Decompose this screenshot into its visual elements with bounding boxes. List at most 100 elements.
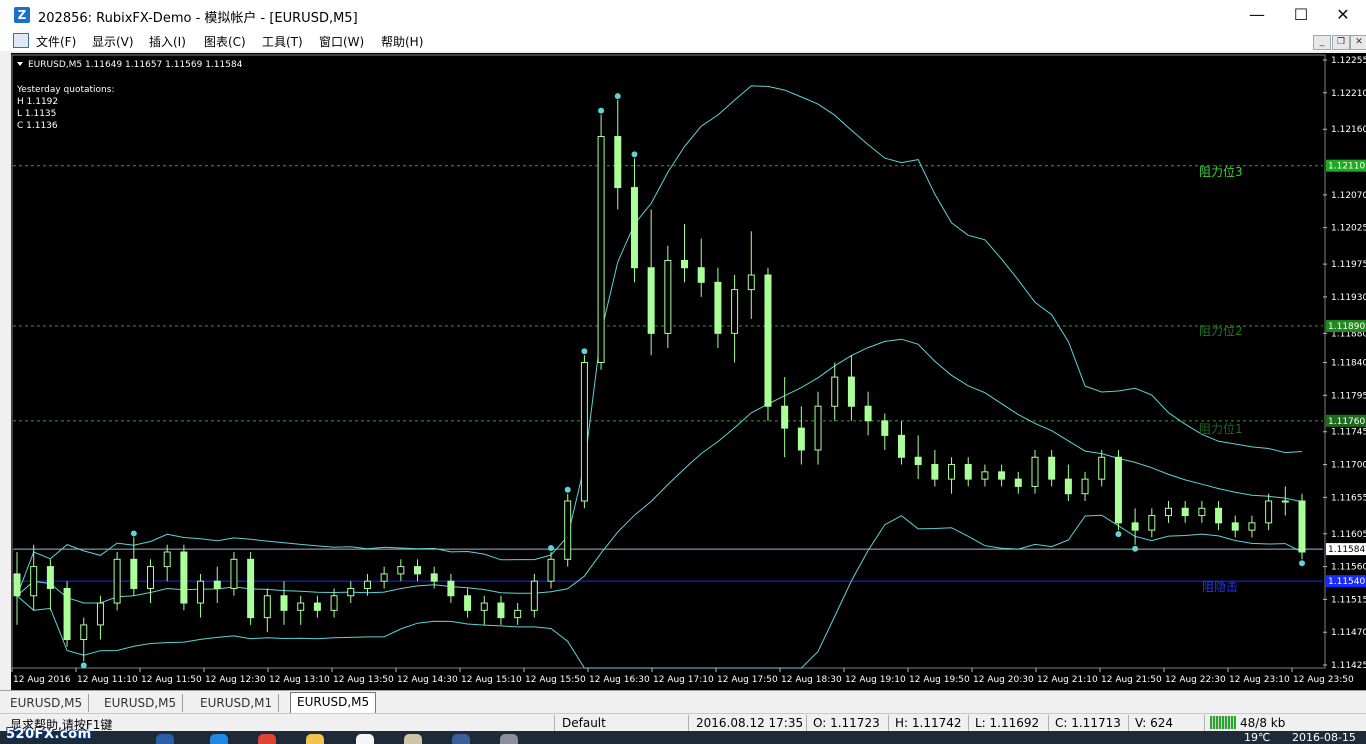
candle-body — [230, 558, 238, 589]
time-tick-label: 12 Aug 13:50 — [333, 675, 394, 685]
band-touch-marker — [598, 107, 605, 114]
candle-body — [797, 427, 805, 451]
menu-file[interactable]: 文件(F) — [36, 33, 76, 50]
status-close: C: 1.11713 — [1055, 716, 1121, 730]
candle-body — [1114, 456, 1122, 524]
time-tick-label: 12 Aug 21:50 — [1101, 675, 1162, 685]
band-touch-marker — [614, 93, 621, 100]
price-tick-label: 1.12210 — [1331, 89, 1366, 99]
menu-window[interactable]: 窗口(W) — [319, 33, 364, 50]
candle-body — [347, 587, 355, 597]
chart-header: EURUSD,M5 1.11649 1.11657 1.11569 1.1158… — [28, 60, 243, 70]
chart-window-icon[interactable] — [13, 33, 29, 48]
candle-body — [464, 595, 472, 611]
candle-body — [697, 267, 705, 283]
candle-body — [280, 595, 288, 611]
windows-start-icon[interactable] — [156, 734, 174, 744]
maximize-button[interactable]: ☐ — [1278, 0, 1324, 30]
candle-body — [497, 602, 505, 619]
mdi-close-button[interactable]: ✕ — [1350, 35, 1366, 50]
file-explorer-icon[interactable] — [306, 734, 324, 744]
candle-body — [747, 274, 755, 291]
time-tick-label: 12 Aug 11:10 — [77, 675, 138, 685]
candle-body — [380, 573, 388, 582]
candle-body — [881, 420, 889, 436]
mdi-restore-button[interactable]: ❐ — [1332, 35, 1350, 50]
candle-body — [197, 580, 205, 604]
edge-browser-icon[interactable] — [210, 734, 228, 744]
time-tick-label: 12 Aug 16:30 — [589, 675, 650, 685]
candle-body — [964, 464, 972, 480]
close-button[interactable]: ✕ — [1320, 0, 1366, 30]
notepad-app-icon[interactable] — [404, 734, 422, 744]
candle-body — [1081, 478, 1089, 495]
price-tick-label: 1.11470 — [1331, 628, 1366, 638]
messenger-app-icon[interactable] — [356, 734, 374, 744]
time-tick-label: 12 Aug 22:30 — [1165, 675, 1226, 685]
candle-body — [363, 580, 371, 589]
time-tick-label: 12 Aug 23:10 — [1229, 675, 1290, 685]
status-divider — [1048, 715, 1049, 731]
candle-body — [831, 376, 839, 407]
candle-body — [13, 573, 21, 597]
band-touch-marker — [80, 662, 87, 669]
candle-body — [180, 551, 188, 604]
menu-charts[interactable]: 图表(C) — [204, 33, 246, 50]
candle-body — [247, 558, 255, 619]
resistance-2-label: 阻力位2 — [1199, 323, 1243, 338]
candle-body — [1248, 522, 1256, 531]
candle-body — [897, 434, 905, 458]
candle-body — [514, 609, 522, 619]
price-badge-label: 1.11540 — [1328, 577, 1365, 587]
mdi-minimize-button[interactable]: _ — [1313, 35, 1331, 50]
status-divider — [1204, 715, 1205, 731]
time-tick-label: 12 Aug 15:50 — [525, 675, 586, 685]
weather-temperature: 19℃ — [1244, 731, 1271, 744]
time-tick-label: 12 Aug 20:30 — [973, 675, 1034, 685]
candle-body — [263, 595, 271, 619]
menu-insert[interactable]: 插入(I) — [149, 33, 186, 50]
tab-eurusd-m5-active[interactable]: EURUSD,M5 — [290, 692, 377, 713]
candle-body — [998, 471, 1006, 480]
band-touch-marker — [631, 151, 638, 158]
price-tick-label: 1.11655 — [1331, 493, 1366, 503]
chart-canvas[interactable]: EURUSD,M5 1.11649 1.11657 1.11569 1.1158… — [11, 53, 1366, 690]
time-tick-label: 12 Aug 19:50 — [909, 675, 970, 685]
candle-body — [414, 566, 422, 575]
tab-eurusd-m1[interactable]: EURUSD,M1 — [194, 694, 280, 712]
candle-body — [430, 573, 438, 582]
chrome-browser-icon[interactable] — [258, 734, 276, 744]
yesterday-low: L 1.1135 — [17, 109, 56, 119]
candle-body — [764, 274, 772, 407]
candle-body — [1298, 500, 1306, 553]
band-touch-marker — [564, 486, 571, 493]
terminal-app-icon[interactable] — [500, 734, 518, 744]
time-tick-label: 12 Aug 19:10 — [845, 675, 906, 685]
tab-eurusd-m5-2[interactable]: EURUSD,M5 — [98, 694, 184, 712]
menu-view[interactable]: 显示(V) — [92, 33, 134, 50]
candle-body — [1281, 500, 1289, 503]
status-profile[interactable]: Default — [562, 716, 606, 730]
candle-body — [447, 580, 455, 597]
candle-body — [781, 405, 789, 429]
yesterday-high: H 1.1192 — [17, 97, 58, 107]
menu-tools[interactable]: 工具(T) — [262, 33, 303, 50]
office-app-icon[interactable] — [452, 734, 470, 744]
resistance-1-label: 阻力位1 — [1199, 421, 1243, 436]
time-tick-label: 12 Aug 18:30 — [781, 675, 842, 685]
candle-body — [630, 187, 638, 269]
time-tick-label: 12 Aug 17:50 — [717, 675, 778, 685]
minimize-button[interactable]: — — [1234, 0, 1280, 30]
price-chart[interactable]: EURUSD,M5 1.11649 1.11657 1.11569 1.1158… — [11, 53, 1366, 690]
candle-body — [1131, 522, 1139, 531]
plot-border — [11, 54, 1326, 669]
symbol-dropdown-icon[interactable] — [17, 62, 23, 66]
site-watermark: 520FX.com — [6, 727, 92, 742]
candle-body — [1014, 478, 1022, 487]
time-tick-label: 12 Aug 17:10 — [653, 675, 714, 685]
menu-help[interactable]: 帮助(H) — [381, 33, 423, 50]
status-divider — [554, 715, 555, 731]
status-high: H: 1.11742 — [895, 716, 962, 730]
candle-body — [313, 602, 321, 611]
tab-eurusd-m5-1[interactable]: EURUSD,M5 — [4, 694, 90, 712]
